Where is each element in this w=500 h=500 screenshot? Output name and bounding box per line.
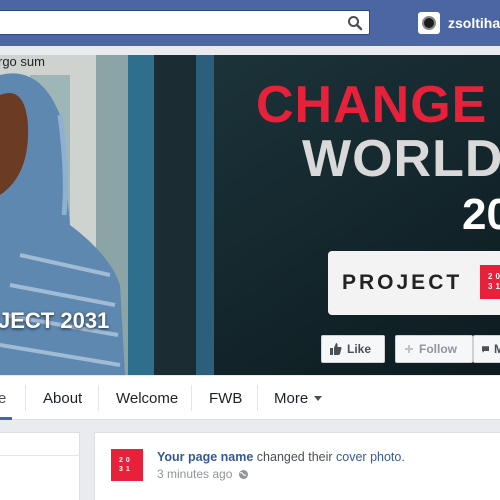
search-input[interactable]	[0, 10, 370, 35]
project-logo-box: PROJECT 20 31	[328, 251, 500, 315]
tab-divider	[257, 385, 258, 411]
card-divider	[0, 455, 81, 456]
cover-headline-change: CHANGE	[256, 76, 488, 134]
tab-more[interactable]: More	[274, 376, 323, 420]
tab-divider	[191, 385, 192, 411]
message-label: M	[494, 342, 500, 356]
tab-label: Welcome	[116, 389, 179, 407]
chevron-down-icon	[314, 395, 323, 401]
message-icon	[482, 345, 489, 353]
project-2031-badge: 20 31	[480, 265, 500, 299]
cover-photo-link[interactable]: cover photo	[336, 450, 401, 464]
page-title: JECT 2031	[0, 308, 110, 333]
page-tabs: e About Welcome FWB More	[0, 376, 500, 420]
tab-fwb[interactable]: FWB	[209, 376, 242, 420]
logo-line-2: 31	[119, 466, 133, 473]
post-headline: Your page name changed their cover photo…	[157, 450, 405, 464]
badge-line-2: 31	[488, 282, 500, 291]
tab-label: FWB	[209, 389, 243, 407]
badge-line-1: 20	[488, 272, 500, 281]
tab-label: e	[0, 389, 7, 407]
tab-label: About	[43, 389, 83, 407]
profile-link[interactable]: zsoltihasz	[418, 12, 500, 34]
tab-welcome[interactable]: Welcome	[116, 376, 178, 420]
thumbs-up-icon	[330, 343, 342, 355]
tab-about[interactable]: About	[43, 376, 82, 420]
tab-divider	[25, 385, 26, 411]
tab-divider	[98, 385, 99, 411]
message-button[interactable]: M	[473, 335, 500, 363]
project-label: PROJECT	[342, 271, 463, 294]
profile-name[interactable]: zsoltihasz	[448, 15, 500, 31]
follow-label: Follow	[419, 342, 457, 356]
like-button[interactable]: Like	[321, 335, 385, 363]
post-action: changed their	[253, 450, 337, 464]
active-tab-indicator	[0, 417, 12, 420]
cover-headline-year: 20	[462, 190, 500, 239]
avatar[interactable]	[418, 12, 440, 34]
post-meta: 3 minutes ago	[157, 467, 249, 481]
post-card: 20 31 Your page name changed their cover…	[94, 432, 500, 500]
logo-line-1: 20	[119, 457, 133, 464]
top-navigation-bar: zsoltihasz	[0, 0, 500, 46]
about-snippet: rgo sum	[0, 54, 45, 69]
follow-button[interactable]: Follow	[395, 335, 473, 363]
post-author-link[interactable]: Your page name	[157, 450, 253, 464]
tab-home[interactable]: e	[0, 376, 6, 420]
cover-headline-world: WORLD	[302, 130, 500, 188]
tab-label: More	[274, 389, 309, 407]
like-label: Like	[347, 342, 372, 356]
globe-icon	[239, 469, 249, 479]
page-avatar[interactable]: 20 31	[111, 449, 143, 481]
post-timestamp[interactable]: 3 minutes ago	[157, 467, 232, 481]
post-end: .	[401, 450, 405, 464]
cover-photo[interactable]: CHANGE WORLD 20 PROJECT 20 31 JECT 2031 …	[0, 55, 500, 375]
search-icon[interactable]	[346, 14, 364, 32]
about-card	[0, 432, 81, 500]
plus-icon	[405, 345, 413, 353]
